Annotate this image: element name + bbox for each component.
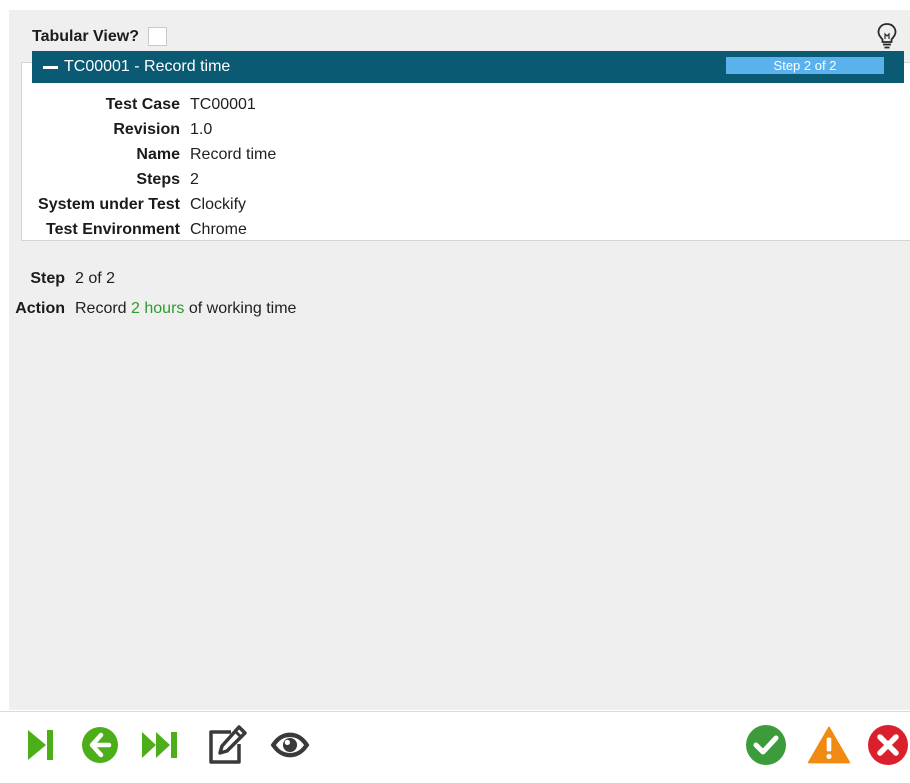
detail-label: Test Environment [46,220,180,238]
back-arrow-icon[interactable] [78,724,122,766]
warning-icon[interactable] [807,724,851,766]
collapse-minus-icon[interactable] [43,65,58,69]
test-case-title: TC00001 - Record time [64,58,231,75]
detail-row-test-case: Test Case TC00001 [34,92,276,117]
main-panel: Tabular View? TC00001 - Record time Step… [9,10,910,710]
step-value: 2 of 2 [75,270,116,287]
action-highlight: 2 hours [131,300,185,317]
detail-row-steps: Steps 2 [34,167,276,192]
pass-check-icon[interactable] [744,724,788,766]
tabular-view-checkbox[interactable] [148,27,167,46]
test-case-details: Test Case TC00001 Revision 1.0 Name Reco… [34,92,276,242]
action-prefix: Record [75,300,127,317]
detail-label: Test Case [105,95,180,113]
detail-label: System under Test [38,195,180,213]
detail-row-test-environment: Test Environment Chrome [34,217,276,242]
skip-to-end-icon[interactable] [18,724,62,766]
detail-row-name: Name Record time [34,142,276,167]
detail-label: Revision [113,120,180,138]
fail-x-icon[interactable] [866,724,910,766]
eye-icon[interactable] [268,724,312,766]
step-progress-badge: Step 2 of 2 [726,57,884,74]
lightbulb-icon[interactable] [876,22,898,50]
action-suffix: of working time [188,300,297,317]
action-row: Action Record 2 hours of working time [12,298,296,320]
detail-value: 2 [190,170,199,188]
action-label: Action [15,300,65,317]
detail-row-revision: Revision 1.0 [34,117,276,142]
test-case-header: TC00001 - Record time Step 2 of 2 [32,51,904,83]
detail-label: Steps [136,170,180,188]
step-row: Step 2 of 2 [23,268,296,290]
edit-icon[interactable] [205,724,249,766]
detail-value: Chrome [190,220,247,238]
detail-value: Record time [190,145,277,163]
detail-value: TC00001 [190,95,256,113]
detail-value: 1.0 [190,120,213,138]
fast-forward-icon[interactable] [139,724,183,766]
tabular-view-toggle: Tabular View? [32,27,167,46]
bottom-toolbar [0,711,910,783]
detail-row-system-under-test: System under Test Clockify [34,192,276,217]
step-details: Step 2 of 2 Action Record 2 hours of wor… [15,268,296,328]
test-case-card: TC00001 - Record time Step 2 of 2 Test C… [21,51,910,242]
action-text: Record 2 hours of working time [75,300,296,318]
detail-label: Name [136,145,180,163]
detail-value: Clockify [190,195,247,213]
step-label: Step [30,270,65,287]
tabular-view-label: Tabular View? [32,27,139,45]
